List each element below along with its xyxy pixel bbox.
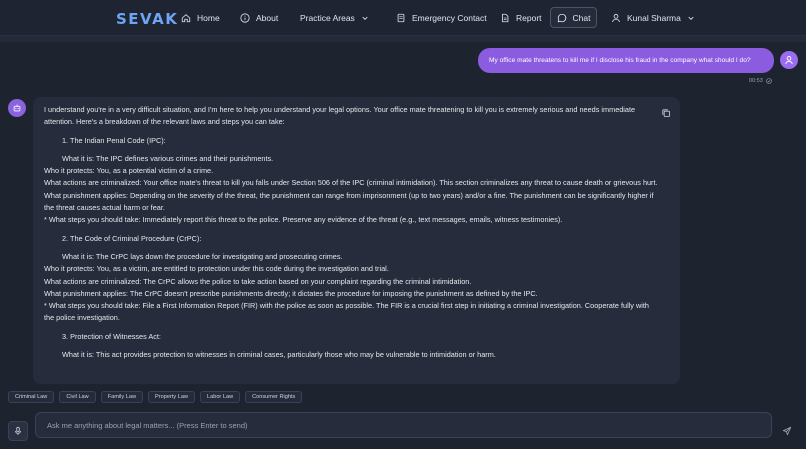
section-paragraph: What it is: The IPC defines various crim… <box>62 153 274 163</box>
user-icon <box>612 14 620 23</box>
nav-chat-label: Chat <box>572 12 591 23</box>
section-heading: 3. Protection of Witnesses Act: <box>62 331 161 341</box>
nav-home[interactable]: Home <box>181 7 220 29</box>
nav-emergency-contact[interactable]: Emergency Contact <box>396 7 487 29</box>
voice-input-button[interactable] <box>8 421 28 441</box>
scrollbar[interactable] <box>800 42 806 449</box>
send-button[interactable] <box>778 422 796 440</box>
chevron-down-icon <box>688 16 694 20</box>
message-time: 00:53 <box>749 78 763 84</box>
section-paragraph: What punishment applies: The CrPC doesn'… <box>44 288 538 298</box>
file-icon <box>502 13 509 23</box>
nav-report[interactable]: Report <box>500 7 542 29</box>
section-paragraph: * What steps you should take: File a Fir… <box>44 301 649 323</box>
copy-icon <box>662 109 670 117</box>
user-menu[interactable]: Kunal Sharma <box>611 7 695 29</box>
user-message-bubble: My office mate threatens to kill me if I… <box>478 48 774 73</box>
nav-chat[interactable]: Chat <box>550 7 597 28</box>
section-heading: 2. The Code of Criminal Procedure (CrPC)… <box>62 233 202 243</box>
bot-message-card: I understand you're in a very difficult … <box>33 97 680 384</box>
info-icon <box>240 13 250 23</box>
section-heading: 1. The Indian Penal Code (IPC): <box>62 135 166 145</box>
send-icon <box>782 426 792 436</box>
copy-button[interactable] <box>661 105 671 117</box>
section-paragraph: What it is: This act provides protection… <box>62 350 496 360</box>
home-icon <box>181 14 191 23</box>
chat-input-placeholder: Ask me anything about legal matters... (… <box>47 420 248 430</box>
chip-civil-law[interactable]: Civil Law <box>59 391 96 403</box>
nav-divider <box>0 36 806 42</box>
chip-criminal-law[interactable]: Criminal Law <box>8 391 55 403</box>
user-message-text: My office mate threatens to kill me if I… <box>489 57 751 64</box>
bot-message-text: I understand you're in a very difficult … <box>44 104 658 361</box>
nav-practice-areas[interactable]: Practice Areas <box>300 7 369 29</box>
nav-about[interactable]: About <box>240 7 278 29</box>
user-avatar <box>780 51 798 69</box>
section-paragraph: What punishment applies: Depending on th… <box>44 190 654 213</box>
nav-emergency-label: Emergency Contact <box>412 13 487 23</box>
chip-family-law[interactable]: Family Law <box>100 391 144 403</box>
chip-labor-law[interactable]: Labor Law <box>199 391 241 403</box>
chevron-down-icon <box>362 16 368 20</box>
section-paragraph: * What steps you should take: Immediatel… <box>44 215 563 225</box>
user-icon <box>785 56 793 65</box>
chip-consumer-rights[interactable]: Consumer Rights <box>245 391 303 403</box>
document-icon <box>397 13 405 23</box>
practice-area-chips: Criminal Law Civil Law Family Law Proper… <box>8 391 303 403</box>
bot-avatar <box>8 99 26 117</box>
top-nav: SEVAK Home About Practice Areas Emergenc… <box>0 0 806 36</box>
user-name: Kunal Sharma <box>627 13 681 23</box>
nav-practice-label: Practice Areas <box>300 13 355 23</box>
microphone-icon <box>15 426 21 435</box>
brand-logo[interactable]: SEVAK <box>116 10 178 28</box>
section-paragraph: What actions are criminalized: Your offi… <box>44 178 658 188</box>
message-timestamp: 00:53 <box>749 78 772 84</box>
nav-report-label: Report <box>516 13 542 23</box>
check-circle-icon <box>765 78 772 84</box>
chip-property-law[interactable]: Property Law <box>148 391 195 403</box>
nav-home-label: Home <box>197 13 220 23</box>
chat-bubble-icon <box>557 13 566 22</box>
section-paragraph: What actions are criminalized: The CrPC … <box>44 276 472 286</box>
section-paragraph: Who it protects: You, as a potential vic… <box>44 166 214 176</box>
nav-about-label: About <box>256 13 279 23</box>
section-paragraph: Who it protects: You, as a victim, are e… <box>44 264 389 274</box>
section-paragraph: What it is: The CrPC lays down the proce… <box>62 251 343 261</box>
chat-input[interactable]: Ask me anything about legal matters... (… <box>35 412 772 438</box>
robot-icon <box>13 104 21 112</box>
bot-intro: I understand you're in a very difficult … <box>44 105 636 127</box>
